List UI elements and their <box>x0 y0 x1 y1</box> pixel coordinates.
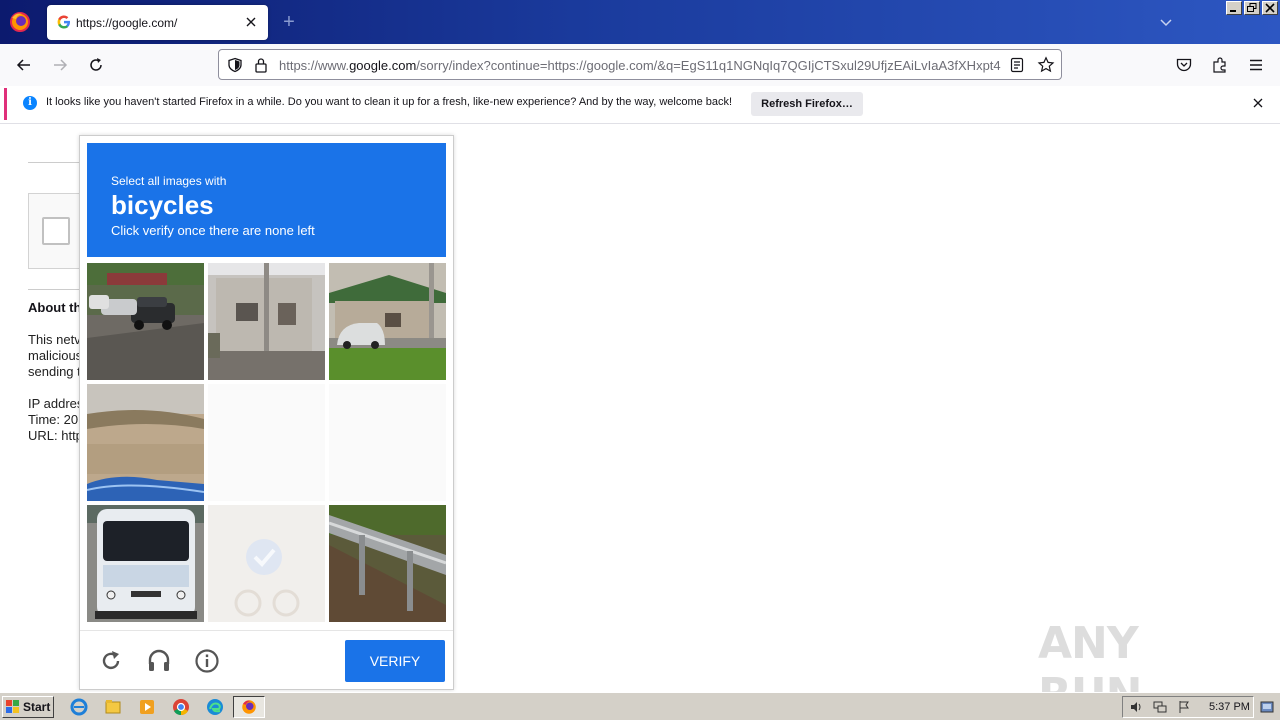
captcha-footer: VERIFY <box>80 630 453 690</box>
close-notification-icon[interactable] <box>1252 97 1264 109</box>
forward-icon[interactable] <box>50 55 70 75</box>
captcha-tile[interactable] <box>87 263 204 380</box>
restore-button[interactable] <box>1244 1 1260 15</box>
audio-icon[interactable] <box>146 648 172 674</box>
chevron-down-icon[interactable] <box>1158 14 1174 30</box>
show-desktop-icon[interactable] <box>1260 700 1274 714</box>
new-tab-icon[interactable]: + <box>280 12 298 32</box>
close-window-button[interactable] <box>1262 1 1278 15</box>
refresh-firefox-button[interactable]: Refresh Firefox… <box>751 92 863 116</box>
captcha-image-grid <box>87 263 446 622</box>
network-icon[interactable] <box>1153 700 1167 714</box>
reload-icon[interactable] <box>98 648 124 674</box>
captcha-tile[interactable] <box>329 384 446 501</box>
notification-bar: i It looks like you haven't started Fire… <box>4 88 1276 120</box>
tracking-shield-icon[interactable] <box>227 57 243 73</box>
recaptcha-checkbox[interactable] <box>42 217 70 245</box>
info-icon[interactable] <box>194 648 220 674</box>
url-text[interactable]: https://www.google.com/sorry/index?conti… <box>279 58 1001 73</box>
lock-icon[interactable] <box>254 57 268 73</box>
internet-explorer-icon[interactable] <box>70 698 88 716</box>
info-icon: i <box>23 96 37 110</box>
captcha-tile[interactable] <box>87 384 204 501</box>
url-line-text: URL: http <box>28 428 83 443</box>
body-text: This netv <box>28 332 81 347</box>
taskbar-clock: 5:37 PM <box>1209 701 1250 713</box>
captcha-target-word: bicycles <box>111 190 214 220</box>
captcha-subinstruction: Click verify once there are none left <box>111 223 315 238</box>
about-heading: About th <box>28 300 82 315</box>
back-icon[interactable] <box>14 55 34 75</box>
body-text: sending t <box>28 364 81 379</box>
google-favicon-icon <box>57 15 70 29</box>
tab-google[interactable]: https://google.com/ <box>47 5 268 40</box>
pocket-icon[interactable] <box>1175 56 1193 74</box>
captcha-tile[interactable] <box>208 505 325 622</box>
firefox-logo-icon[interactable] <box>8 10 32 34</box>
firefox-icon <box>242 700 256 714</box>
anyrun-watermark: ANY RUN <box>1038 608 1238 720</box>
windows-logo-icon <box>6 700 19 713</box>
extensions-icon[interactable] <box>1211 56 1229 74</box>
volume-icon[interactable] <box>1129 700 1143 714</box>
captcha-header: Select all images with bicycles Click ve… <box>87 143 446 257</box>
menu-icon[interactable] <box>1247 56 1265 74</box>
time-text: Time: 20 <box>28 412 79 427</box>
captcha-challenge-dialog: Select all images with bicycles Click ve… <box>79 135 454 690</box>
close-tab-icon[interactable] <box>242 13 260 31</box>
captcha-tile[interactable] <box>208 384 325 501</box>
media-player-icon[interactable] <box>138 698 156 716</box>
captcha-instruction: Select all images with <box>111 174 227 188</box>
reader-view-icon[interactable] <box>1009 57 1025 73</box>
verify-button[interactable]: VERIFY <box>345 640 445 682</box>
address-bar[interactable]: https://www.google.com/sorry/index?conti… <box>218 49 1062 80</box>
tab-title: https://google.com/ <box>76 16 178 30</box>
start-button[interactable]: Start <box>2 696 54 718</box>
minimize-button[interactable] <box>1226 1 1242 15</box>
edge-icon[interactable] <box>206 698 224 716</box>
reload-page-icon[interactable] <box>86 55 106 75</box>
file-explorer-icon[interactable] <box>104 698 122 716</box>
bookmark-star-icon[interactable] <box>1037 56 1055 74</box>
ip-address-text: IP addres <box>28 396 84 411</box>
taskbar-firefox-button[interactable] <box>233 696 265 718</box>
flag-icon[interactable] <box>1177 700 1191 714</box>
notification-message: It looks like you haven't started Firefo… <box>46 96 733 108</box>
start-label: Start <box>23 700 51 714</box>
taskbar: Start 5:37 PM <box>0 692 1280 720</box>
chrome-icon[interactable] <box>172 698 190 716</box>
navigation-toolbar: https://www.google.com/sorry/index?conti… <box>0 44 1280 86</box>
body-text: malicious <box>28 348 83 363</box>
captcha-tile[interactable] <box>208 263 325 380</box>
captcha-tile[interactable] <box>87 505 204 622</box>
captcha-tile[interactable] <box>329 505 446 622</box>
tab-strip: https://google.com/ + <box>0 0 1280 44</box>
captcha-tile[interactable] <box>329 263 446 380</box>
